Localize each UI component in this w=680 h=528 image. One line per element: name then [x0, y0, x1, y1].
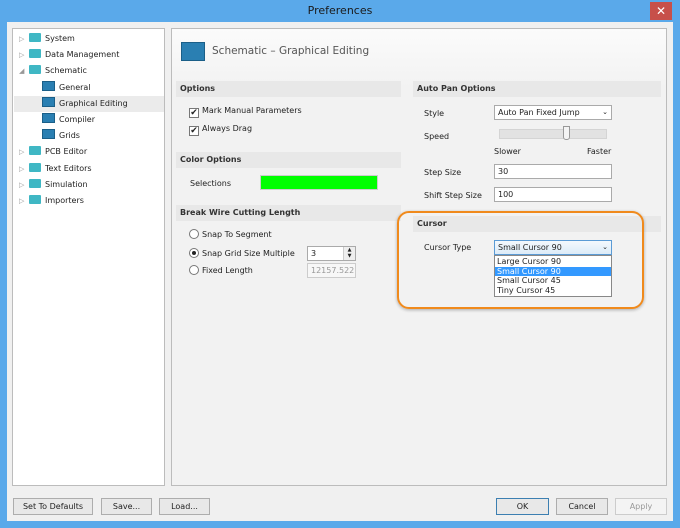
radio-label: Snap Grid Size Multiple	[202, 249, 295, 258]
tree-item-schematic[interactable]: ◢ Schematic	[19, 63, 87, 79]
close-button[interactable]: ✕	[650, 2, 672, 20]
speed-slider[interactable]	[499, 129, 607, 139]
break-wire-header: Break Wire Cutting Length	[176, 205, 401, 221]
folder-icon	[29, 195, 41, 204]
spinner-arrows-icon[interactable]: ▲ ▼	[343, 247, 355, 260]
window-title: Preferences	[307, 4, 373, 17]
style-label: Style	[424, 109, 445, 118]
radio-icon	[189, 265, 199, 275]
speed-label: Speed	[424, 132, 450, 141]
tree-item-label: Grids	[59, 131, 80, 141]
chevron-down-icon: ⌄	[602, 108, 608, 116]
style-dropdown[interactable]: Auto Pan Fixed Jump ⌄	[494, 105, 612, 120]
schematic-page-icon	[42, 129, 55, 140]
set-to-defaults-button[interactable]: Set To Defaults	[13, 498, 93, 515]
tree-item-compiler[interactable]: Compiler	[42, 112, 95, 128]
tree-item-label: System	[45, 34, 75, 43]
tree-item-grids[interactable]: Grids	[42, 128, 80, 144]
expander-icon[interactable]: ▷	[19, 47, 29, 63]
tree-item-label: PCB Editor	[45, 147, 88, 157]
radio-label: Fixed Length	[202, 266, 253, 275]
tree-item-label: Importers	[45, 196, 84, 205]
slower-label: Slower	[494, 147, 521, 156]
checkbox-label: Mark Manual Parameters	[202, 106, 302, 115]
snap-grid-multiple-spinner[interactable]: 3 ▲ ▼	[307, 246, 356, 261]
tree-item-text-editors[interactable]: ▷ Text Editors	[19, 161, 92, 177]
dropdown-value: Auto Pan Fixed Jump	[498, 108, 580, 117]
speed-slider-thumb[interactable]	[562, 126, 570, 140]
load-button[interactable]: Load...	[159, 498, 210, 515]
fixed-length-input[interactable]: 12157.522	[307, 263, 356, 278]
preferences-tree: ▷ System ▷ Data Management ◢ Schematic General…	[12, 28, 165, 486]
checkbox-label: Always Drag	[202, 124, 253, 133]
tree-item-pcb-editor[interactable]: ▷ PCB Editor	[19, 144, 87, 160]
faster-label: Faster	[587, 147, 612, 156]
tree-item-label: General	[59, 82, 91, 92]
options-header: Options	[176, 81, 401, 97]
expander-icon[interactable]: ◢	[19, 63, 29, 79]
always-drag-checkbox[interactable]: ✔ Always Drag	[189, 124, 252, 136]
radio-icon	[189, 229, 199, 239]
selections-color-swatch[interactable]	[260, 175, 378, 190]
spinner-value: 3	[311, 249, 317, 258]
expander-icon[interactable]: ▷	[19, 177, 29, 193]
checkbox-icon: ✔	[189, 126, 199, 136]
selections-label: Selections	[190, 179, 232, 188]
auto-pan-header: Auto Pan Options	[413, 81, 661, 97]
expander-icon[interactable]: ▷	[19, 31, 29, 47]
checkbox-icon: ✔	[189, 108, 199, 118]
tree-item-data-management[interactable]: ▷ Data Management	[19, 47, 119, 63]
tree-item-simulation[interactable]: ▷ Simulation	[19, 177, 88, 193]
tree-item-label: Schematic	[45, 66, 87, 76]
tree-item-general[interactable]: General	[42, 80, 91, 96]
expander-icon[interactable]: ▷	[19, 161, 29, 177]
save-button[interactable]: Save...	[101, 498, 152, 515]
step-size-input[interactable]: 30	[494, 164, 612, 179]
folder-icon	[29, 178, 41, 188]
folder-icon	[29, 162, 41, 172]
radio-label: Snap To Segment	[202, 230, 272, 239]
ok-button[interactable]: OK	[496, 498, 549, 515]
tree-item-label: Graphical Editing	[59, 98, 128, 108]
radio-selected-icon	[189, 248, 199, 258]
folder-icon	[29, 146, 41, 156]
tree-item-graphical-editing[interactable]: Graphical Editing	[14, 95, 164, 112]
tree-item-importers[interactable]: ▷ Importers	[19, 193, 84, 209]
snap-to-segment-radio[interactable]: Snap To Segment	[189, 229, 272, 239]
fixed-length-radio[interactable]: Fixed Length	[189, 265, 253, 275]
mark-manual-parameters-checkbox[interactable]: ✔ Mark Manual Parameters	[189, 106, 302, 118]
expander-icon[interactable]: ▷	[19, 193, 29, 209]
shift-step-size-label: Shift Step Size	[424, 191, 482, 200]
color-options-header: Color Options	[176, 152, 401, 168]
apply-button[interactable]: Apply	[615, 498, 667, 515]
tree-item-label: Data Management	[45, 50, 120, 60]
schematic-page-icon	[181, 42, 205, 61]
tree-item-system[interactable]: ▷ System	[19, 31, 75, 47]
tree-item-label: Compiler	[59, 115, 96, 124]
schematic-page-icon	[42, 80, 55, 91]
schematic-page-icon	[42, 113, 55, 123]
shift-step-size-input[interactable]: 100	[494, 187, 612, 202]
page-title: Schematic – Graphical Editing	[212, 45, 370, 57]
step-size-label: Step Size	[424, 168, 462, 177]
tree-item-label: Text Editors	[45, 163, 92, 173]
expander-icon[interactable]: ▷	[19, 144, 29, 160]
folder-icon	[29, 33, 41, 42]
schematic-page-icon	[42, 96, 55, 107]
cursor-highlight-annotation	[397, 211, 644, 309]
folder-icon	[29, 49, 41, 59]
snap-grid-size-multiple-radio[interactable]: Snap Grid Size Multiple	[189, 248, 295, 258]
cancel-button[interactable]: Cancel	[556, 498, 608, 515]
folder-icon	[29, 65, 41, 75]
tree-item-label: Simulation	[45, 179, 88, 189]
